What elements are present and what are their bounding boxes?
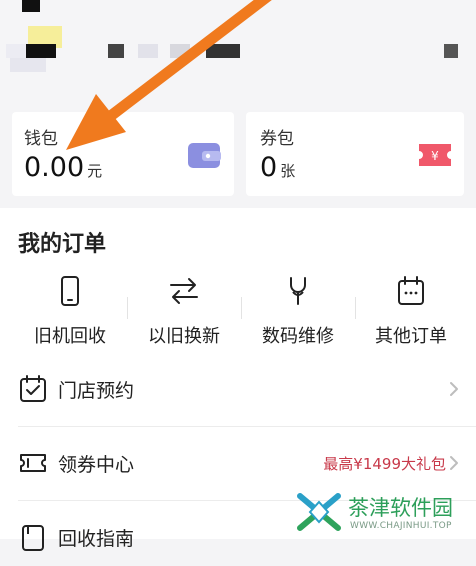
watermark-logo-icon xyxy=(297,493,341,531)
coupon-count: 0张 xyxy=(260,152,296,183)
pixel-block xyxy=(10,58,46,72)
wallet-title: 钱包 xyxy=(24,129,58,149)
menu-row-coupon-center[interactable]: 领券中心 最高¥1499大礼包 xyxy=(0,436,476,492)
coupon-unit: 张 xyxy=(280,162,296,180)
divider xyxy=(241,297,242,319)
wallet-card[interactable]: 钱包 0.00 元 xyxy=(12,112,234,196)
pixel-block xyxy=(22,0,40,12)
calendar-icon xyxy=(398,276,424,305)
pixel-block xyxy=(138,44,158,58)
pixel-block xyxy=(170,44,190,58)
pixel-block xyxy=(6,44,26,58)
row-label: 回收指南 xyxy=(58,528,135,550)
guide-icon xyxy=(22,525,44,551)
coupon-promo-text: 最高¥1499大礼包 xyxy=(323,455,446,473)
menu-row-store-booking[interactable]: 门店预约 xyxy=(0,362,476,418)
coupon-icon: ¥ xyxy=(419,144,451,166)
pixel-block xyxy=(26,44,56,58)
coupon-title: 券包 xyxy=(260,129,294,149)
order-label: 数码维修 xyxy=(262,326,334,347)
coupon-card[interactable]: 券包 0张 ¥ xyxy=(246,112,464,196)
row-label: 门店预约 xyxy=(58,380,135,402)
order-label: 以旧换新 xyxy=(148,326,220,347)
watermark-name: 茶津软件园 xyxy=(348,496,453,520)
svg-text:¥: ¥ xyxy=(431,149,439,163)
order-item-trade-in[interactable]: 以旧换新 xyxy=(129,268,239,348)
order-item-recycle[interactable]: 旧机回收 xyxy=(15,268,125,348)
watermark-url: WWW.CHAJINHUI.TOP xyxy=(350,521,452,531)
wallet-balance: 0.00 元 xyxy=(24,152,103,183)
wallet-unit: 元 xyxy=(87,162,103,180)
chevron-right-icon xyxy=(450,456,458,470)
orders-title: 我的订单 xyxy=(18,232,107,257)
row-label: 领券中心 xyxy=(58,454,135,476)
wallet-icon xyxy=(188,143,221,168)
pixel-block xyxy=(444,44,458,58)
exchange-arrows-icon xyxy=(170,278,198,304)
order-item-other[interactable]: 其他订单 xyxy=(356,268,466,348)
ticket-icon xyxy=(20,454,46,472)
divider xyxy=(18,426,476,427)
watermark: 茶津软件园 WWW.CHAJINHUI.TOP xyxy=(296,488,472,536)
calendar-check-icon xyxy=(20,375,46,402)
header-area xyxy=(0,0,476,110)
order-label: 旧机回收 xyxy=(34,326,106,347)
divider xyxy=(127,297,128,319)
pixel-block xyxy=(108,44,124,58)
order-label: 其他订单 xyxy=(375,326,447,347)
order-item-repair[interactable]: 数码维修 xyxy=(243,268,353,348)
phone-icon xyxy=(61,276,79,306)
pixel-block xyxy=(206,44,240,58)
wrench-icon xyxy=(290,277,306,305)
chevron-right-icon xyxy=(450,382,458,396)
